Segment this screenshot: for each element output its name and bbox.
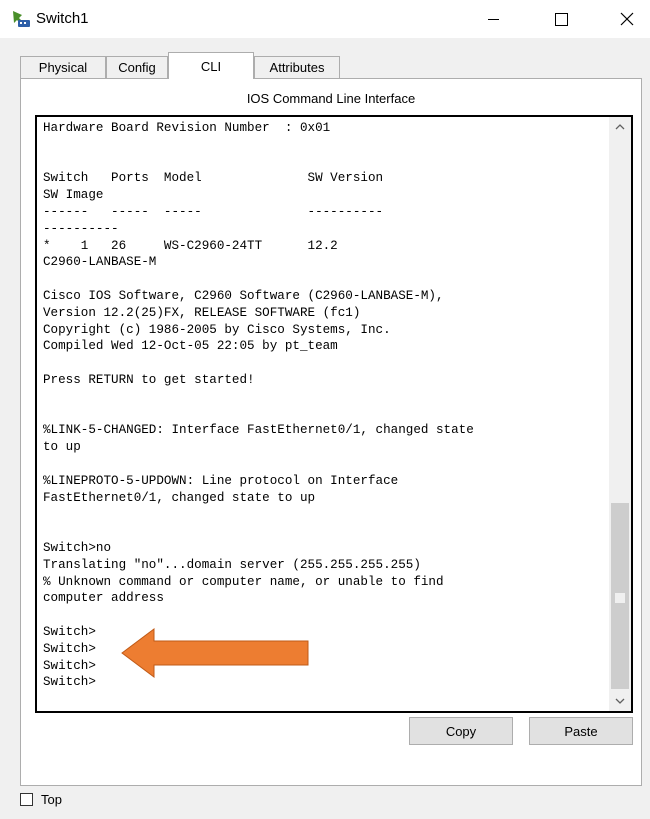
tab-attributes[interactable]: Attributes [254,56,340,78]
scroll-thumb[interactable] [611,503,629,689]
switch-app-icon [13,11,30,27]
close-icon [620,12,634,26]
top-option[interactable]: Top [20,792,62,807]
console-line: Compiled Wed 12-Oct-05 22:05 by pt_team [43,339,338,354]
console-line: SW Image [43,188,104,203]
console-line: C2960-LANBASE-M [43,255,157,270]
scroll-up-button[interactable] [609,117,631,137]
console-line: %LINEPROTO-5-UPDOWN: Line protocol on In… [43,473,399,488]
console-line: %LINK-5-CHANGED: Interface FastEthernet0… [43,423,474,438]
console-line: ------ ----- ----- ---------- [43,204,384,219]
copy-button[interactable]: Copy [409,717,513,745]
console-line: computer address [43,591,164,606]
console-line: Version 12.2(25)FX, RELEASE SOFTWARE (fc… [43,305,361,320]
minimize-icon [487,18,499,20]
chevron-down-icon [615,698,625,704]
scroll-thumb-mark [615,593,625,603]
device-window: Physical Config CLI Attributes IOS Comma… [0,38,650,819]
minimize-button[interactable] [470,0,516,38]
console-line: ---------- [43,221,119,236]
console-line: Translating "no"...domain server (255.25… [43,557,421,572]
orange-arrow-annotation [121,628,309,678]
console-line: % Unknown command or computer name, or u… [43,574,444,589]
console-line: to up [43,440,81,455]
console-line: * 1 26 WS-C2960-24TT 12.2 [43,238,338,253]
console-line: FastEthernet0/1, changed state to up [43,490,316,505]
console-output[interactable]: Hardware Board Revision Number : 0x01 Sw… [43,120,607,691]
title-bar: Switch1 [0,0,650,38]
cli-console[interactable]: Hardware Board Revision Number : 0x01 Sw… [35,115,633,713]
cli-panel: IOS Command Line Interface Hardware Boar… [20,78,642,786]
console-line: Switch Ports Model SW Version [43,171,384,186]
tab-config[interactable]: Config [106,56,168,78]
console-line: Hardware Board Revision Number : 0x01 [43,121,331,135]
console-line: Cisco IOS Software, C2960 Software (C296… [43,288,444,303]
top-checkbox[interactable] [20,793,33,806]
console-scrollbar[interactable] [609,117,631,711]
top-label: Top [41,792,62,807]
window-title: Switch1 [36,10,89,27]
maximize-icon [554,12,568,26]
console-line: Switch>no [43,540,112,555]
tab-cli[interactable]: CLI [168,52,254,79]
tab-physical[interactable]: Physical [20,56,106,78]
paste-button[interactable]: Paste [529,717,633,745]
maximize-button[interactable] [538,0,584,38]
close-button[interactable] [604,0,650,38]
console-line: Copyright (c) 1986-2005 by Cisco Systems… [43,322,391,337]
chevron-up-icon [615,124,625,130]
scroll-down-button[interactable] [609,691,631,711]
cli-heading: IOS Command Line Interface [246,91,416,106]
console-line: Press RETURN to get started! [43,372,255,387]
